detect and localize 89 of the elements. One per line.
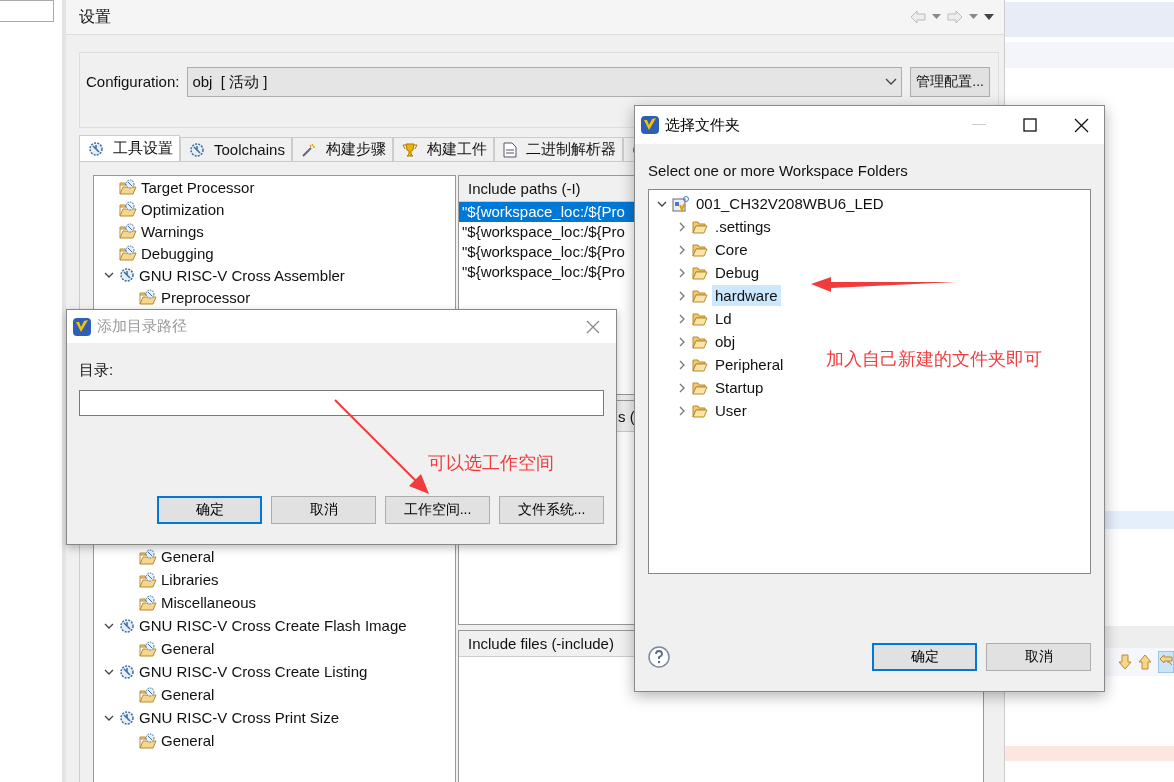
tree-item[interactable]: User [712, 400, 750, 421]
down-arrow-icon[interactable] [1118, 654, 1132, 670]
folder-icon [692, 357, 708, 372]
tree-item[interactable]: General [161, 640, 215, 657]
caret-icon[interactable] [969, 14, 978, 20]
gear-icon [119, 267, 135, 283]
document-icon [502, 141, 517, 158]
annotation-text: 加入自己新建的文件夹即可 [826, 348, 1042, 371]
menu-caret-icon[interactable] [984, 13, 994, 21]
folder-icon [692, 242, 708, 257]
tab[interactable]: 构建步骤 [291, 137, 393, 161]
tree-item[interactable]: GNU RISC-V Cross Assembler [139, 266, 345, 284]
folder-gear-icon [139, 289, 157, 305]
help-icon[interactable] [648, 646, 670, 668]
tree-item[interactable]: Debugging [141, 244, 214, 262]
folder-gear-icon [119, 223, 137, 239]
folder-icon [692, 265, 708, 280]
folder-gear-icon [139, 640, 157, 657]
tree-item[interactable]: General [161, 548, 215, 565]
tree-item[interactable]: Preprocessor [161, 288, 251, 306]
trophy-icon [401, 141, 418, 158]
directory-label: 目录: [79, 361, 115, 380]
folder-icon [692, 288, 708, 303]
dialog-button[interactable]: 取消 [271, 496, 376, 524]
tree-item[interactable]: Ld [712, 308, 735, 329]
tree-item[interactable]: Target Processor [141, 178, 255, 196]
folder-icon [692, 311, 708, 326]
dialog-title: 添加目录路径 [97, 317, 188, 336]
chevron-down-icon [885, 78, 898, 86]
tab[interactable]: 工具设置 [79, 135, 180, 161]
folder-gear-icon [139, 548, 157, 565]
swap-arrows-icon[interactable] [1158, 651, 1174, 673]
gear-icon [119, 663, 135, 680]
dialog-title: 选择文件夹 [665, 115, 741, 135]
folder-gear-icon [119, 179, 137, 195]
dialog-button[interactable]: 取消 [986, 643, 1091, 671]
tree-item[interactable]: General [161, 686, 215, 703]
tab[interactable]: 构建工件 [392, 137, 494, 161]
folder-icon [692, 334, 708, 349]
folder-gear-icon [119, 201, 137, 217]
tree-item[interactable]: General [161, 732, 215, 749]
manage-configurations-button[interactable]: 管理配置... [910, 67, 990, 97]
maximize-icon[interactable] [1023, 118, 1037, 132]
logo-icon [72, 316, 92, 337]
dialog-button[interactable]: 工作空间... [385, 496, 490, 524]
tree-item[interactable]: Core [712, 239, 751, 260]
dialog-button[interactable]: 确定 [157, 496, 262, 524]
tab[interactable]: 二进制解析器 [493, 137, 623, 161]
tree-item[interactable]: .settings [712, 216, 774, 237]
tree-item[interactable]: GNU RISC-V Cross Create Listing [139, 663, 368, 680]
dialog-message: Select one or more Workspace Folders [648, 162, 909, 179]
gear-icon [119, 617, 135, 634]
project-icon [672, 195, 689, 212]
folder-gear-icon [139, 732, 157, 749]
configuration-dropdown[interactable]: obj [ 活动 ] [187, 67, 903, 97]
input-field[interactable] [79, 390, 604, 416]
tree-item[interactable]: hardware [712, 285, 781, 306]
tree-item[interactable]: obj [712, 331, 739, 352]
dialog-button[interactable]: 确定 [872, 643, 977, 671]
folder-icon [692, 219, 708, 234]
up-arrow-icon[interactable] [1138, 654, 1152, 670]
wand-icon [300, 141, 317, 158]
tree-item[interactable]: Peripheral [712, 354, 787, 375]
gear-icon [189, 141, 205, 158]
tree-item[interactable]: Libraries [161, 571, 219, 588]
tree-item[interactable]: GNU RISC-V Cross Create Flash Image [139, 617, 407, 634]
tree-item[interactable]: Debug [712, 262, 763, 283]
folder-icon [692, 380, 708, 395]
gear-icon [119, 709, 135, 726]
tree-item[interactable]: Optimization [141, 200, 225, 218]
tree-item[interactable]: Miscellaneous [161, 594, 257, 611]
logo-icon [640, 115, 660, 135]
folder-gear-icon [139, 686, 157, 703]
gear-icon [88, 140, 104, 157]
panel-title: 设置 [79, 6, 111, 27]
input-field[interactable] [0, 0, 54, 22]
tree-item[interactable]: Startup [712, 377, 767, 398]
annotation-text: 可以选工作空间 [428, 452, 554, 475]
tab[interactable]: Toolchains [180, 137, 292, 161]
tree-item[interactable]: Warnings [141, 222, 204, 240]
tree-item[interactable]: GNU RISC-V Cross Print Size [139, 709, 340, 726]
dialog-button[interactable]: 文件系统... [499, 496, 604, 524]
caret-icon[interactable] [932, 14, 941, 20]
folder-gear-icon [139, 571, 157, 588]
folder-gear-icon [139, 594, 157, 611]
folder-gear-icon [119, 245, 137, 261]
close-icon[interactable] [1073, 117, 1089, 133]
folder-icon [692, 403, 708, 418]
configuration-label: Configuration: [86, 72, 180, 92]
